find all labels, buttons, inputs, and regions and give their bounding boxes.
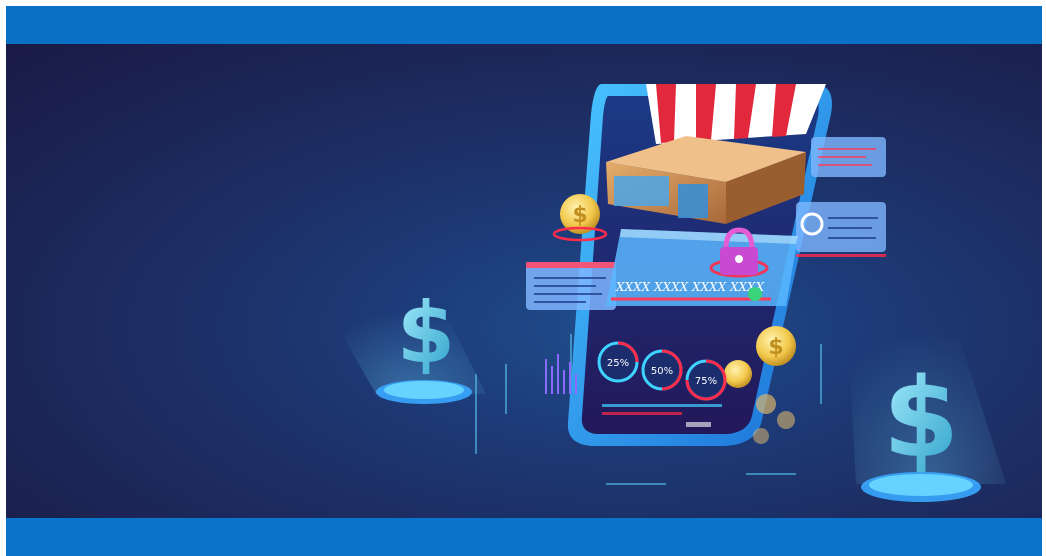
dollar-pedestal-right: $ bbox=[846, 264, 1006, 502]
svg-text:$: $ bbox=[397, 284, 455, 382]
hero-illustration: $ $ XXXX XXXX XXXX XXXX $ $ 25% 50% 75% bbox=[6, 44, 1042, 518]
dollar-pedestal-left: $ bbox=[336, 274, 486, 404]
bottom-color-bar bbox=[6, 518, 1042, 556]
stat-ring-25: 25% bbox=[597, 341, 639, 383]
banner-frame: $ $ XXXX XXXX XXXX XXXX $ $ 25% 50% 75% bbox=[6, 6, 1042, 556]
credit-card: XXXX XXXX XXXX XXXX bbox=[606, 229, 798, 306]
stat-ring-50: 50% bbox=[641, 349, 683, 391]
svg-text:$: $ bbox=[572, 203, 587, 228]
stat-label: 75% bbox=[695, 376, 717, 387]
dollar-sign-icon: $ bbox=[883, 354, 960, 482]
side-panel-right-top bbox=[811, 137, 886, 177]
top-color-bar bbox=[6, 6, 1042, 44]
stat-label: 50% bbox=[651, 366, 673, 377]
dollar-sign-icon: $ bbox=[397, 284, 455, 382]
side-panel-left bbox=[526, 262, 616, 310]
svg-text:$: $ bbox=[768, 335, 783, 360]
svg-text:$: $ bbox=[883, 354, 960, 482]
stat-label: 25% bbox=[607, 358, 629, 369]
side-panel-right-mid bbox=[796, 202, 886, 257]
card-number-text: XXXX XXXX XXXX XXXX bbox=[615, 280, 765, 294]
stat-ring-75: 75% bbox=[685, 359, 727, 401]
